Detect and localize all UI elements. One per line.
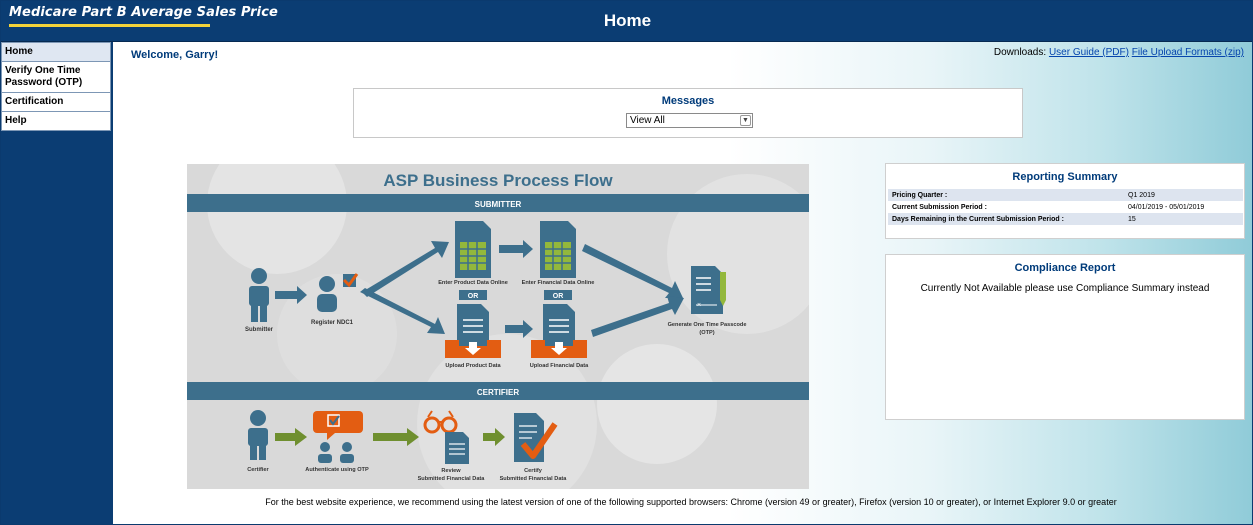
- downloads-links: Downloads: User Guide (PDF) File Upload …: [994, 47, 1244, 58]
- summary-label: Pricing Quarter :: [888, 189, 1124, 201]
- spreadsheet-icon: [540, 221, 576, 278]
- asp-process-flow-diagram: ASP Business Process Flow SUBMITTER Subm…: [187, 164, 809, 489]
- welcome-message: Welcome, Garry!: [131, 49, 219, 61]
- app-window: Medicare Part B Average Sales Price Home…: [0, 0, 1253, 525]
- certify-label: Certify: [524, 468, 543, 474]
- svg-text:×: ×: [697, 302, 701, 309]
- reporting-summary-panel: Reporting Summary Pricing Quarter : Q1 2…: [885, 163, 1245, 239]
- submitter-banner-label: SUBMITTER: [475, 200, 522, 209]
- summary-value: 15: [1124, 213, 1243, 225]
- user-guide-link[interactable]: User Guide (PDF): [1049, 47, 1129, 58]
- upload-financial-label: Upload Financial Data: [530, 363, 589, 369]
- chevron-down-icon: ▼: [740, 115, 751, 126]
- messages-filter-value: View All: [630, 115, 665, 126]
- generate-otp-label-2: (OTP): [699, 330, 714, 336]
- enter-product-label: Enter Product Data Online: [438, 280, 508, 286]
- browser-support-note: For the best website experience, we reco…: [265, 497, 1117, 507]
- generate-otp-label: Generate One Time Passcode: [668, 322, 747, 328]
- summary-label: Days Remaining in the Current Submission…: [888, 213, 1124, 225]
- compliance-report-text: Currently Not Available please use Compl…: [920, 283, 1210, 294]
- table-row: Pricing Quarter : Q1 2019: [888, 189, 1243, 201]
- register-label: Register NDC1: [311, 320, 354, 326]
- table-row: Days Remaining in the Current Submission…: [888, 213, 1243, 225]
- reporting-summary-title: Reporting Summary: [1012, 171, 1118, 183]
- upload-product-label: Upload Product Data: [445, 363, 501, 369]
- review-label: Review: [441, 468, 461, 474]
- summary-label: Current Submission Period :: [892, 203, 987, 211]
- messages-panel: Messages View All ▼: [353, 88, 1023, 138]
- compliance-report-title: Compliance Report: [1014, 262, 1116, 274]
- spreadsheet-icon: [455, 221, 491, 278]
- compliance-report-panel: Compliance Report Currently Not Availabl…: [885, 254, 1245, 420]
- or-label-1: OR: [468, 293, 479, 300]
- review-label-2: Submitted Financial Data: [418, 476, 486, 482]
- flow-title: ASP Business Process Flow: [383, 171, 613, 190]
- sidebar-item-home[interactable]: Home: [1, 42, 111, 62]
- certifier-label: Certifier: [247, 467, 269, 473]
- messages-title: Messages: [661, 95, 715, 107]
- sidebar-item-help[interactable]: Help: [1, 112, 111, 131]
- authenticate-label: Authenticate using OTP: [305, 467, 369, 473]
- messages-filter-select[interactable]: View All ▼: [626, 113, 753, 128]
- downloads-prefix: Downloads:: [993, 47, 1047, 58]
- header-bar: Medicare Part B Average Sales Price Home: [1, 1, 1252, 42]
- summary-value: Q1 2019: [1124, 189, 1243, 201]
- page-title: Home: [603, 11, 652, 30]
- file-upload-formats-link[interactable]: File Upload Formats (zip): [1132, 47, 1244, 58]
- table-row: Current Submission Period : 04/01/2019 -…: [888, 201, 1243, 213]
- reporting-summary-table: Pricing Quarter : Q1 2019 Current Submis…: [888, 189, 1243, 225]
- sidebar-item-certification[interactable]: Certification: [1, 93, 111, 112]
- submitter-label: Submitter: [245, 327, 274, 333]
- sidebar-item-verify-otp[interactable]: Verify One Time Password (OTP): [1, 62, 111, 93]
- otp-document-icon: ×: [691, 266, 726, 314]
- summary-value: 04/01/2019 - 05/01/2019: [1128, 203, 1205, 211]
- or-label-2: OR: [553, 293, 564, 300]
- certify-label-2: Submitted Financial Data: [500, 476, 568, 482]
- certifier-banner-label: CERTIFIER: [477, 388, 519, 397]
- sidebar: Home Verify One Time Password (OTP) Cert…: [1, 42, 113, 524]
- enter-financial-label: Enter Financial Data Online: [522, 280, 595, 286]
